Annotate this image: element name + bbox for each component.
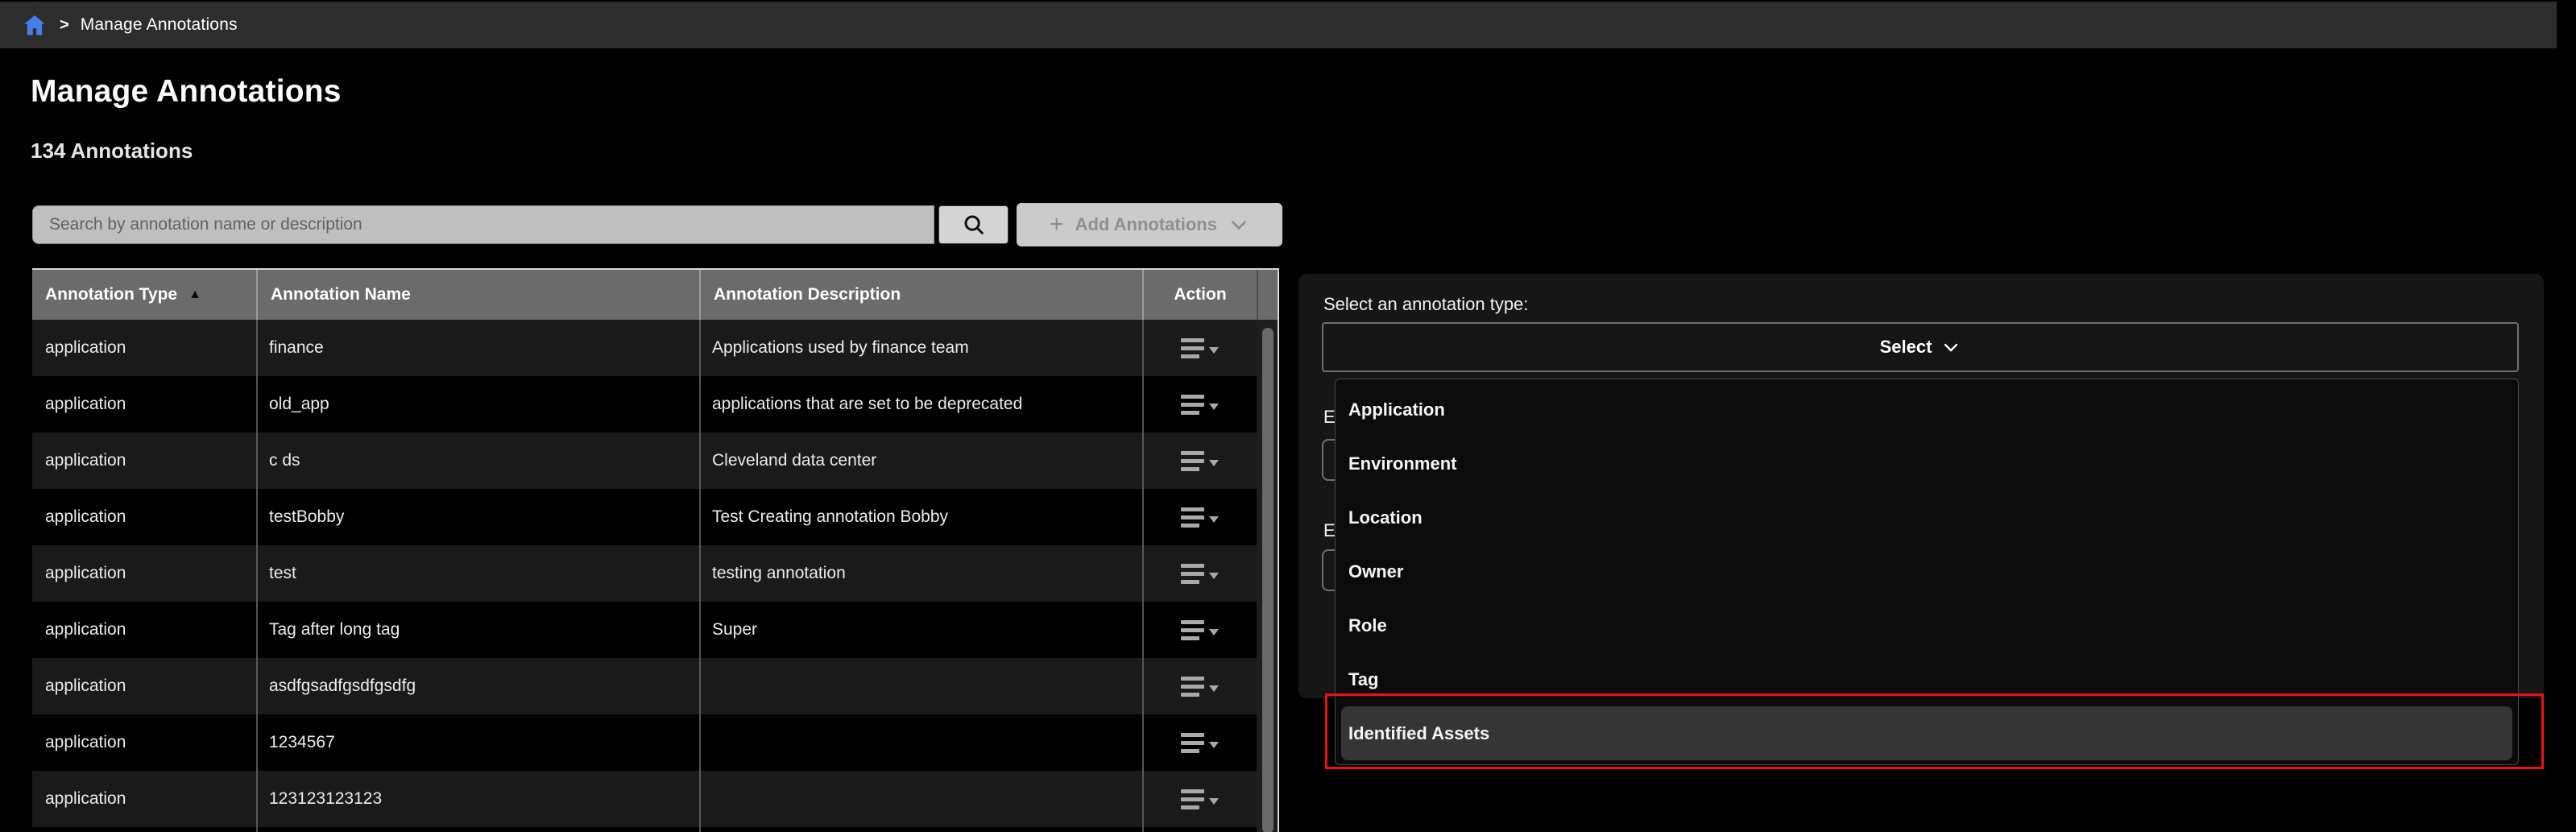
cell-annotation-type: application	[32, 771, 256, 827]
cell-annotation-description	[699, 714, 1142, 771]
sort-ascending-icon: ▲	[188, 288, 201, 302]
row-actions-menu-icon[interactable]	[1181, 733, 1219, 753]
add-annotations-button[interactable]: + Add Annotations	[1017, 203, 1282, 246]
caret-down-icon	[1209, 685, 1219, 692]
cell-annotation-name: c ds	[256, 433, 699, 489]
annotations-table: Annotation Type ▲ Annotation Name Annota…	[32, 268, 1279, 832]
table-row: application finance Applications used by…	[32, 320, 1278, 376]
caret-down-icon	[1209, 798, 1219, 805]
row-actions-menu-icon[interactable]	[1181, 789, 1219, 809]
breadcrumb-current[interactable]: Manage Annotations	[81, 15, 238, 35]
cell-annotation-type: application	[32, 602, 256, 658]
table-row: application test testing annotation	[32, 545, 1278, 602]
table-row: application 123123123123	[32, 771, 1278, 827]
cell-annotation-description: Cleveland data center	[699, 433, 1142, 489]
table-body: application finance Applications used by…	[32, 320, 1278, 832]
cell-annotation-name: old_app	[256, 376, 699, 433]
column-header-action: Action	[1142, 270, 1257, 320]
cell-annotation-type: application	[32, 320, 256, 376]
clipped-field-label-2: E	[1323, 520, 1336, 541]
cell-annotation-name: Tag after long tag	[256, 602, 699, 658]
row-actions-menu-icon[interactable]	[1181, 338, 1219, 358]
column-header-scroll-spacer	[1257, 270, 1278, 320]
dropdown-option-application[interactable]: Application	[1336, 383, 2518, 437]
dropdown-option-location[interactable]: Location	[1336, 491, 2518, 544]
cell-annotation-description: applications that are set to be deprecat…	[699, 376, 1142, 433]
cell-annotation-name: test	[256, 545, 699, 602]
search-button[interactable]	[938, 205, 1008, 244]
table-row: application asdfgsadfgsdfgsdfg	[32, 658, 1278, 714]
chevron-down-icon	[1941, 337, 1961, 357]
caret-down-icon	[1209, 347, 1219, 354]
cell-annotation-type: application	[32, 658, 256, 714]
cell-annotation-type: application	[32, 489, 256, 545]
cell-annotation-description: testing annotation	[699, 545, 1142, 602]
plus-icon: +	[1050, 213, 1064, 237]
breadcrumb-separator: >	[60, 16, 69, 35]
dropdown-option-environment[interactable]: Environment	[1336, 437, 2518, 491]
select-value: Select	[1880, 337, 1932, 358]
cell-annotation-description	[699, 658, 1142, 714]
annotation-type-dropdown: ApplicationEnvironmentLocationOwnerRoleT…	[1335, 379, 2519, 765]
cell-annotation-type: application	[32, 545, 256, 602]
cell-annotation-name: 1234567	[256, 714, 699, 771]
caret-down-icon	[1209, 742, 1219, 748]
page-title: Manage Annotations	[31, 74, 342, 110]
cell-annotation-name: asdfgsadfgsdfgsdfg	[256, 658, 699, 714]
column-header-annotation-description[interactable]: Annotation Description	[699, 270, 1142, 320]
row-actions-menu-icon[interactable]	[1181, 564, 1219, 584]
dropdown-option-owner[interactable]: Owner	[1336, 544, 2518, 598]
caret-down-icon	[1209, 573, 1219, 579]
column-header-annotation-name[interactable]: Annotation Name	[256, 270, 699, 320]
cell-annotation-name: finance	[256, 320, 699, 376]
dropdown-option-identified-assets[interactable]: Identified Assets	[1341, 706, 2512, 760]
home-icon[interactable]	[23, 13, 47, 37]
add-annotations-label: Add Annotations	[1075, 214, 1217, 235]
caret-down-icon	[1209, 629, 1219, 635]
window-scrollbar-gutter	[2557, 0, 2576, 48]
dropdown-option-role[interactable]: Role	[1336, 598, 2518, 652]
table-scrollbar-thumb[interactable]	[1262, 328, 1274, 832]
annotation-count: 134 Annotations	[31, 139, 193, 164]
cell-annotation-type: application	[32, 433, 256, 489]
cell-annotation-name: testBobby	[256, 489, 699, 545]
annotation-type-label: Select an annotation type:	[1323, 294, 1528, 315]
cell-annotation-description: Test Creating annotation Bobby	[699, 489, 1142, 545]
cell-annotation-description: Applications used by finance team	[699, 320, 1142, 376]
cell-annotation-type: application	[32, 714, 256, 771]
caret-down-icon	[1209, 404, 1219, 410]
annotation-type-select[interactable]: Select	[1322, 322, 2519, 372]
table-row: application c ds Cleveland data center	[32, 433, 1278, 489]
cell-annotation-description: Super	[699, 602, 1142, 658]
table-row: application old_app applications that ar…	[32, 376, 1278, 433]
chevron-down-icon	[1228, 214, 1249, 235]
row-actions-menu-icon[interactable]	[1181, 451, 1219, 471]
column-header-annotation-type[interactable]: Annotation Type ▲	[32, 270, 256, 320]
clipped-field-label-1: E	[1323, 407, 1336, 428]
cell-annotation-name: 123123123123	[256, 771, 699, 827]
breadcrumb: > Manage Annotations	[0, 2, 2557, 48]
table-row: application Tag after long tag Super	[32, 602, 1278, 658]
table-row: application testBobby Test Creating anno…	[32, 489, 1278, 545]
row-actions-menu-icon[interactable]	[1181, 677, 1219, 697]
table-scrollbar-track[interactable]	[1257, 320, 1279, 832]
dropdown-option-tag[interactable]: Tag	[1336, 652, 2518, 706]
row-actions-menu-icon[interactable]	[1181, 620, 1219, 640]
row-actions-menu-icon[interactable]	[1181, 507, 1219, 528]
search-input[interactable]	[32, 205, 934, 244]
row-actions-menu-icon[interactable]	[1181, 395, 1219, 415]
cell-annotation-description	[699, 771, 1142, 827]
caret-down-icon	[1209, 516, 1219, 523]
cell-annotation-type: application	[32, 376, 256, 433]
caret-down-icon	[1209, 460, 1219, 466]
search-icon	[962, 213, 986, 237]
table-row: application 1234567	[32, 714, 1278, 771]
table-header-row: Annotation Type ▲ Annotation Name Annota…	[32, 270, 1278, 320]
